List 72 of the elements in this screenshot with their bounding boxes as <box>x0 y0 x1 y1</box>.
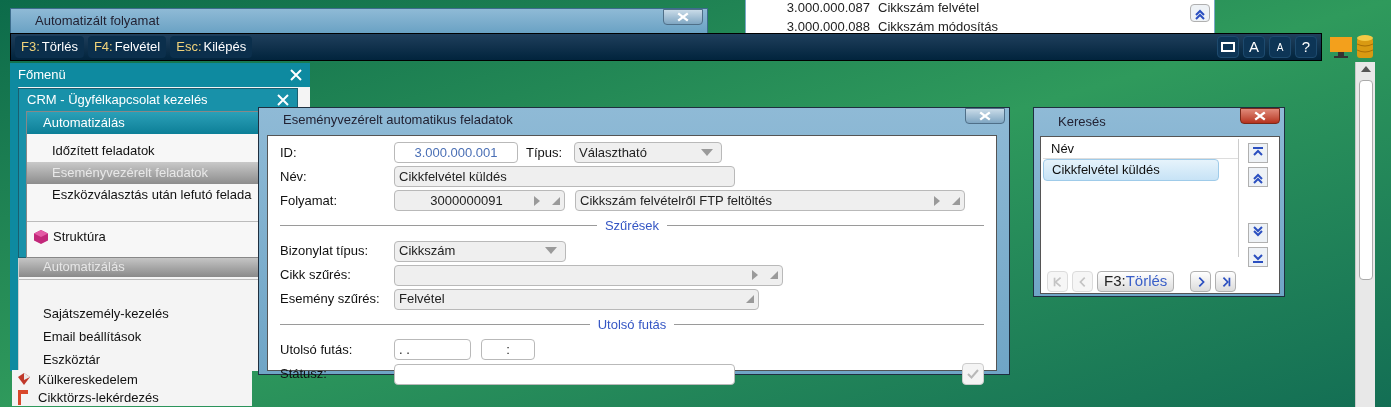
item-filter-field[interactable] <box>394 264 783 286</box>
field-label: Típus: <box>525 143 564 162</box>
close-icon <box>677 12 689 22</box>
close-button[interactable] <box>965 108 1005 124</box>
scroll-up-icon <box>1360 66 1371 72</box>
date-field[interactable]: . . <box>394 339 471 360</box>
shortcut-button[interactable]: Esc:Kilépés <box>170 36 253 58</box>
menu-item[interactable]: Cikktörzs-lekérdezés <box>38 389 159 405</box>
window-icon <box>1221 42 1235 52</box>
monitor-icon <box>1330 35 1352 59</box>
corner-icon <box>746 295 754 303</box>
panel-title: Főmenü <box>18 66 66 85</box>
result-row[interactable]: Cikkfelvétel küldés <box>1043 159 1219 181</box>
field-label: ID: <box>280 143 298 162</box>
play-arrow-icon <box>752 270 758 280</box>
close-button[interactable] <box>663 9 703 25</box>
last-page-button[interactable] <box>1215 271 1237 292</box>
record-name: Cikkszám felvétel <box>878 0 980 17</box>
coins-icon <box>1356 34 1374 60</box>
close-icon[interactable] <box>290 69 302 81</box>
field-label: Esemény szűrés: <box>280 290 381 309</box>
type-dropdown[interactable]: Választható <box>574 142 722 163</box>
id-field[interactable]: 3.000.000.001 <box>394 142 518 163</box>
record-name: Cikkszám módosítás <box>878 17 998 36</box>
record-id: 3.000.000.088 <box>786 17 870 36</box>
menu-item[interactable]: Külkereskedelem <box>38 371 138 387</box>
section-heading: Szűrések <box>603 217 661 235</box>
close-button[interactable] <box>1240 108 1280 124</box>
corner-icon <box>952 196 960 205</box>
corner-icon <box>770 271 778 279</box>
field-label: Folyamat: <box>280 191 339 210</box>
play-arrow-icon <box>934 195 940 206</box>
font-smaller-button[interactable]: A <box>1269 36 1291 58</box>
time-field[interactable]: : <box>481 339 535 360</box>
name-field[interactable]: Cikkfelvétel küldés <box>394 166 735 187</box>
event-filter-field[interactable]: Felvétel <box>394 288 759 310</box>
window-title: Keresés <box>1058 113 1106 132</box>
page-down-button[interactable] <box>1248 223 1268 243</box>
play-arrow-icon <box>534 195 540 206</box>
next-page-button[interactable] <box>1190 271 1212 292</box>
close-icon <box>1254 111 1266 121</box>
close-icon[interactable] <box>277 94 289 106</box>
chevron-bar-icon <box>1051 275 1064 288</box>
section-heading: Utolsó futás <box>596 315 668 334</box>
field-label: Utolsó futás: <box>280 340 354 359</box>
scrollbar[interactable] <box>1355 62 1375 407</box>
scroll-bottom-button[interactable] <box>1248 247 1268 267</box>
font-larger-button[interactable]: A <box>1243 36 1265 58</box>
page-up-button[interactable] <box>1248 167 1268 187</box>
menu-item[interactable]: Struktúra <box>53 227 106 247</box>
page-up-button[interactable] <box>1190 4 1210 22</box>
corner-icon <box>552 196 560 205</box>
field-label: Név: <box>280 167 308 186</box>
window-title: Automatizált folyamat <box>35 12 160 31</box>
scroll-top-button[interactable] <box>1248 143 1268 163</box>
shortcut-button[interactable]: F3:Törlés <box>15 36 84 58</box>
checkmark-icon <box>967 369 979 379</box>
dropdown-arrow-icon <box>701 148 713 157</box>
process-code-field[interactable]: 3000000091 <box>394 190 565 211</box>
panel-title: CRM - Ügyfélkapcsolat kezelés <box>27 91 208 110</box>
dropdown-arrow-icon <box>545 247 557 255</box>
status-field[interactable] <box>394 363 735 385</box>
field-label: Státusz: <box>280 365 328 384</box>
window-button[interactable] <box>1217 36 1239 58</box>
cube-icon <box>33 229 49 245</box>
record-id: 3.000.000.087 <box>786 0 870 17</box>
close-icon <box>979 111 991 121</box>
document-type-dropdown[interactable]: Cikkszám <box>394 240 566 262</box>
shortcut-button[interactable]: F4:Felvétel <box>87 36 167 58</box>
clear-button[interactable]: F3:Törlés <box>1097 271 1175 292</box>
help-button[interactable]: ? <box>1295 36 1317 58</box>
process-name-field[interactable]: Cikkszám felvételről FTP feltöltés <box>575 190 965 211</box>
